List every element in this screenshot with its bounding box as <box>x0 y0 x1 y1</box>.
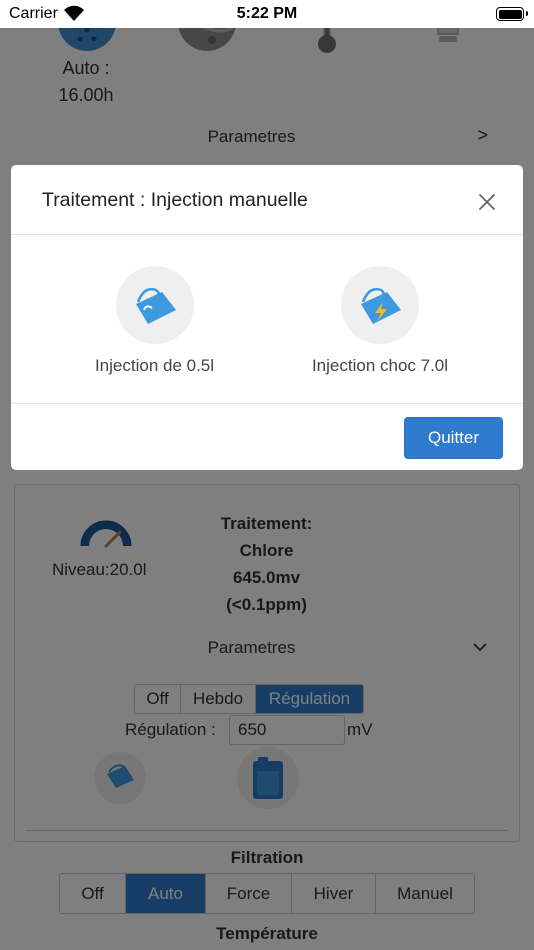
close-icon[interactable] <box>475 190 499 214</box>
bucket-shock-icon <box>361 288 401 324</box>
status-time: 5:22 PM <box>236 5 298 22</box>
modal-body: Injection de 0.5l Injection choc 7.0l <box>11 236 523 403</box>
inject-standard-label: Injection de 0.5l <box>94 356 215 375</box>
modal-header: Traitement : Injection manuelle <box>11 165 523 235</box>
battery-icon <box>496 7 528 21</box>
inject-standard-button[interactable] <box>115 266 194 344</box>
quit-button[interactable]: Quitter <box>404 417 503 459</box>
modal-footer: Quitter <box>11 403 523 470</box>
inject-shock-label: Injection choc 7.0l <box>311 356 449 375</box>
inject-shock-option[interactable]: Injection choc 7.0l <box>300 266 460 376</box>
inject-standard-option[interactable]: Injection de 0.5l <box>87 266 222 376</box>
bucket-pour-icon <box>135 288 176 324</box>
manual-injection-modal: Traitement : Injection manuelle Injectio… <box>11 165 523 470</box>
status-bar: Carrier 5:22 PM <box>0 0 534 28</box>
inject-shock-button[interactable] <box>341 266 419 344</box>
modal-title: Traitement : Injection manuelle <box>42 189 308 211</box>
